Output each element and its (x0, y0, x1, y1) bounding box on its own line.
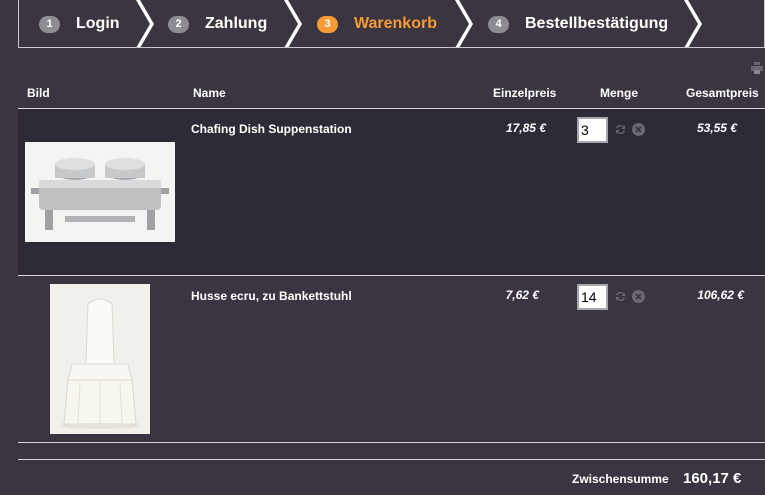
step-cart[interactable]: 3 Warenkorb (317, 0, 437, 47)
refresh-icon[interactable] (614, 123, 627, 136)
column-header-image: Bild (27, 86, 50, 100)
quantity-input[interactable] (577, 284, 608, 310)
row-divider (18, 275, 765, 276)
chafing-dish-image (25, 142, 175, 242)
subtotal-label: Zwischensumme (572, 472, 669, 486)
remove-icon[interactable] (632, 290, 645, 303)
quantity-input[interactable] (577, 117, 608, 143)
summary-band (18, 443, 765, 459)
product-name[interactable]: Husse ecru, zu Bankettstuhl (191, 289, 352, 303)
unit-price: 7,62 € (505, 288, 539, 302)
column-header-name: Name (193, 86, 226, 100)
step-number-badge: 2 (168, 15, 189, 33)
step-label: Zahlung (205, 15, 268, 32)
summary-divider (18, 459, 765, 460)
step-number-badge: 3 (317, 15, 338, 33)
step-confirmation[interactable]: 4 Bestellbestätigung (488, 0, 669, 47)
column-header-total-price: Gesamtpreis (686, 86, 759, 100)
step-login[interactable]: 1 Login (39, 0, 120, 47)
step-label: Bestellbestätigung (525, 15, 669, 32)
step-separator-icon (684, 0, 702, 47)
chair-cover-image (50, 284, 150, 434)
step-separator-icon (136, 0, 154, 47)
step-payment[interactable]: 2 Zahlung (168, 0, 268, 47)
print-icon[interactable] (751, 62, 763, 74)
step-label: Warenkorb (354, 15, 437, 32)
product-name[interactable]: Chafing Dish Suppenstation (191, 122, 352, 136)
step-number-badge: 1 (39, 15, 60, 33)
refresh-icon[interactable] (614, 290, 627, 303)
step-separator-icon (284, 0, 302, 47)
step-separator-icon (455, 0, 473, 47)
total-price: 53,55 € (696, 121, 737, 135)
step-number-badge: 4 (488, 15, 509, 33)
unit-price: 17,85 € (505, 121, 546, 135)
checkout-stepper: 1 Login 2 Zahlung 3 Warenkorb 4 Bestellb… (18, 0, 765, 48)
subtotal-value: 160,17 € (683, 470, 742, 487)
remove-icon[interactable] (632, 123, 645, 136)
step-label: Login (76, 15, 120, 32)
column-header-quantity: Menge (600, 86, 639, 100)
column-header-unit-price: Einzelpreis (493, 86, 557, 100)
total-price: 106,62 € (697, 288, 744, 302)
